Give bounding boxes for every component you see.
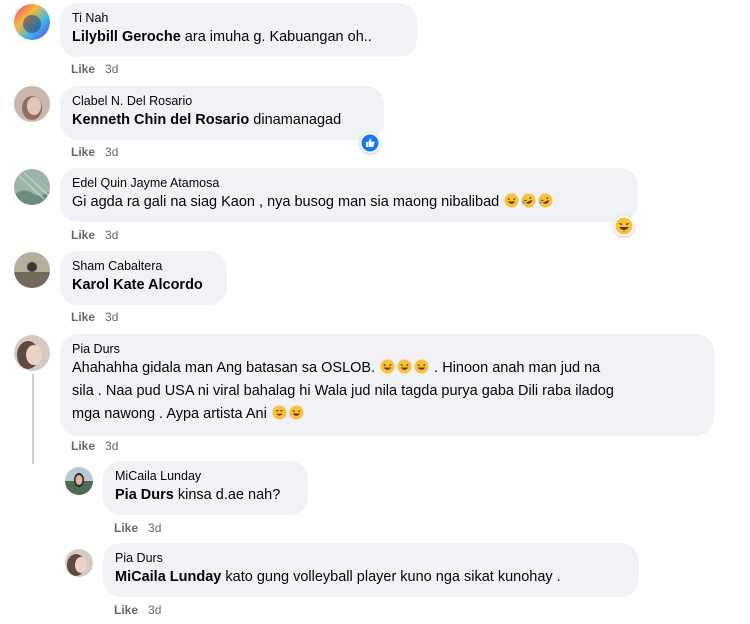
comment-author[interactable]: Clabel N. Del Rosario — [72, 93, 372, 109]
reply-text: Pia Durs kinsa d.ae nah? — [115, 484, 296, 506]
laughing-emoji-icon — [414, 359, 429, 374]
reply-thread-line — [32, 374, 34, 464]
reply-author[interactable]: Pia Durs — [115, 550, 627, 566]
comment-actions: Like 3d — [71, 62, 118, 76]
comment-body: Gi agda ra gali na siag Kaon , nya busog… — [72, 194, 500, 210]
comment-bubble: Sham Cabaltera Karol Kate Alcordo — [60, 251, 227, 305]
sweat-smile-emoji-icon — [272, 405, 287, 420]
like-button[interactable]: Like — [114, 603, 138, 617]
laughing-emoji-icon — [380, 359, 395, 374]
avatar[interactable] — [14, 4, 50, 40]
comment-body-line: Ahahahha gidala man Ang batasan sa OSLOB… — [72, 360, 376, 376]
timestamp[interactable]: 3d — [105, 145, 118, 159]
comment-actions: Like 3d — [71, 310, 118, 324]
timestamp[interactable]: 3d — [148, 521, 161, 535]
avatar[interactable] — [65, 549, 93, 577]
comment-bubble: Edel Quin Jayme Atamosa Gi agda ra gali … — [60, 168, 638, 222]
comment-text: Kenneth Chin del Rosario dinamanagad — [72, 109, 372, 131]
comment-text: Gi agda ra gali na siag Kaon , nya busog… — [72, 191, 626, 213]
avatar[interactable] — [14, 169, 50, 205]
comment-bubble: Pia Durs Ahahahha gidala man Ang batasan… — [60, 334, 714, 436]
comment-body: ara imuha g. Kabuangan oh.. — [180, 29, 372, 45]
reply-author[interactable]: MiCaila Lunday — [115, 468, 296, 484]
comment-text: Ahahahha gidala man Ang batasan sa OSLOB… — [72, 357, 702, 426]
haha-reaction-icon[interactable] — [614, 216, 634, 236]
mention-link[interactable]: Karol Kate Alcordo — [72, 277, 203, 293]
mention-link[interactable]: Kenneth Chin del Rosario — [72, 112, 249, 128]
timestamp[interactable]: 3d — [105, 439, 118, 453]
reply-bubble: MiCaila Lunday Pia Durs kinsa d.ae nah? — [103, 461, 308, 515]
comments-page: Ti Nah Lilybill Geroche ara imuha g. Kab… — [0, 0, 750, 624]
avatar[interactable] — [14, 86, 50, 122]
avatar[interactable] — [14, 335, 50, 371]
comment-body: dinamanagad — [249, 112, 342, 128]
comment-actions: Like 3d — [71, 145, 118, 159]
reply-actions: Like 3d — [114, 521, 161, 535]
reply-text: MiCaila Lunday kato gung volleyball play… — [115, 566, 627, 588]
comment-author[interactable]: Edel Quin Jayme Atamosa — [72, 175, 626, 191]
comment-body-line: mga nawong . Aypa artista Ani — [72, 406, 267, 422]
like-button[interactable]: Like — [71, 310, 95, 324]
avatar[interactable] — [14, 252, 50, 288]
timestamp[interactable]: 3d — [148, 603, 161, 617]
like-button[interactable]: Like — [71, 145, 95, 159]
reply-actions: Like 3d — [114, 603, 161, 617]
laughing-emoji-icon — [289, 405, 304, 420]
comment-body-line: sila . Naa pud USA ni viral bahalag hi W… — [72, 383, 614, 399]
rofl-emoji-icon — [521, 193, 536, 208]
like-button[interactable]: Like — [71, 439, 95, 453]
comment-author[interactable]: Pia Durs — [72, 341, 702, 357]
mention-link[interactable]: MiCaila Lunday — [115, 569, 221, 585]
comment-text: Karol Kate Alcordo — [72, 274, 215, 296]
avatar[interactable] — [65, 467, 93, 495]
laughing-emoji-icon — [397, 359, 412, 374]
reply-bubble: Pia Durs MiCaila Lunday kato gung volley… — [103, 543, 639, 597]
comment-text: Lilybill Geroche ara imuha g. Kabuangan … — [72, 26, 405, 48]
comment-body-line: . Hinoon anah man jud na — [434, 360, 601, 376]
comment-author[interactable]: Sham Cabaltera — [72, 258, 215, 274]
timestamp[interactable]: 3d — [105, 228, 118, 242]
timestamp[interactable]: 3d — [105, 62, 118, 76]
like-button[interactable]: Like — [71, 228, 95, 242]
like-button[interactable]: Like — [71, 62, 95, 76]
comment-bubble: Ti Nah Lilybill Geroche ara imuha g. Kab… — [60, 3, 417, 57]
like-reaction-icon[interactable] — [360, 133, 380, 153]
reply-body: kato gung volleyball player kuno nga sik… — [221, 569, 561, 585]
laughing-emoji-icon — [504, 193, 519, 208]
like-button[interactable]: Like — [114, 521, 138, 535]
comment-actions: Like 3d — [71, 439, 118, 453]
comment-author[interactable]: Ti Nah — [72, 10, 405, 26]
mention-link[interactable]: Pia Durs — [115, 487, 174, 503]
reply-body: kinsa d.ae nah? — [173, 487, 281, 503]
mention-link[interactable]: Lilybill Geroche — [72, 29, 181, 45]
comment-bubble: Clabel N. Del Rosario Kenneth Chin del R… — [60, 86, 384, 140]
timestamp[interactable]: 3d — [105, 310, 118, 324]
comment-actions: Like 3d — [71, 228, 118, 242]
rofl-emoji-icon — [538, 193, 553, 208]
